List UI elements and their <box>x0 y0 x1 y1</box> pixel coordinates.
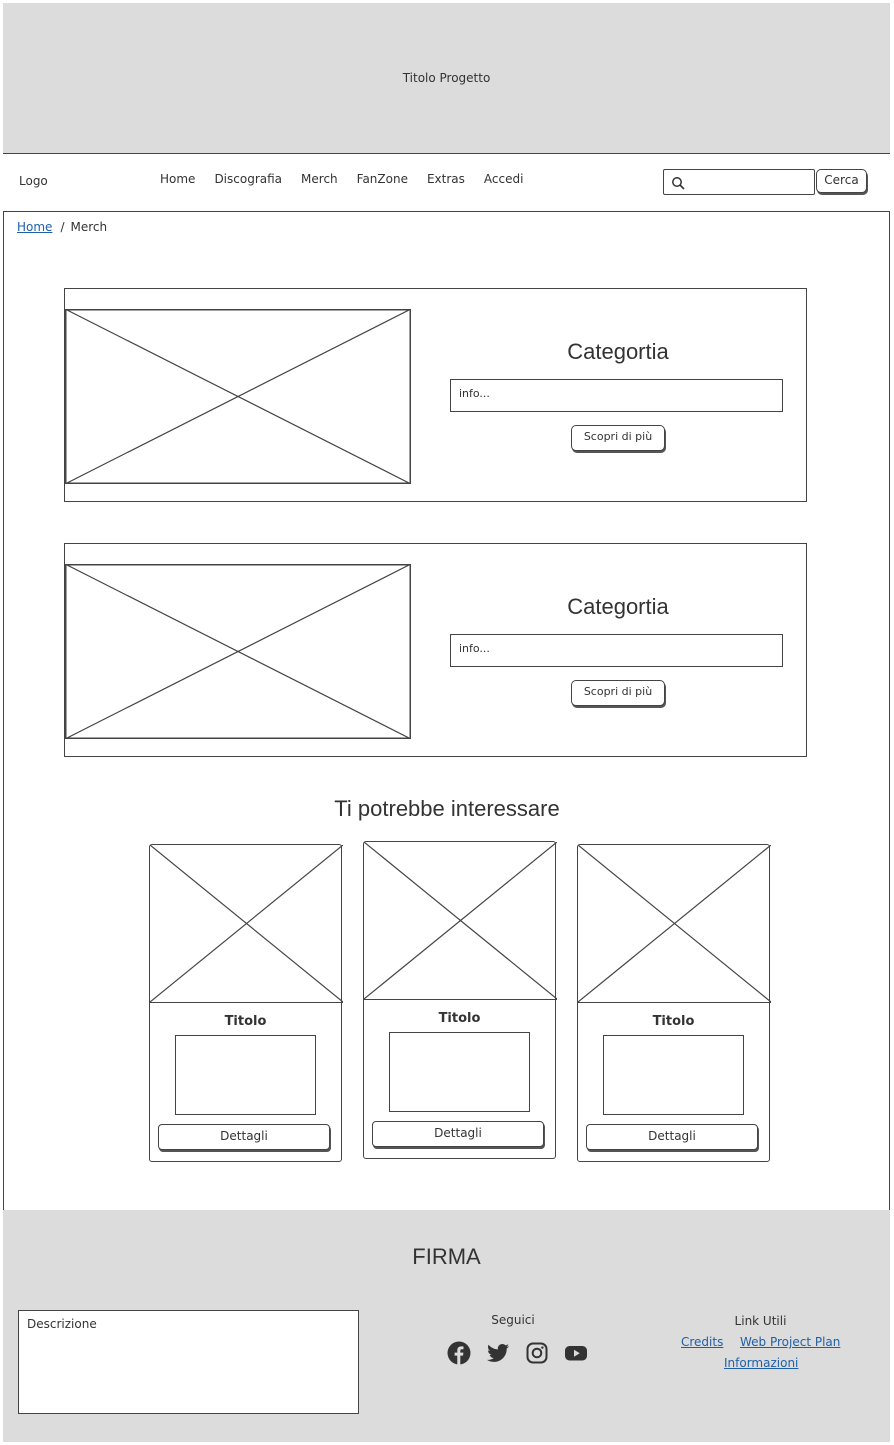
project-title: Titolo Progetto <box>402 71 491 85</box>
nav-links: Home Discografia Merch FanZone Extras Ac… <box>160 172 542 186</box>
card-title: Titolo <box>438 1011 481 1026</box>
category-card: Categortia info... Scopri di più <box>64 543 807 757</box>
image-placeholder <box>65 564 411 739</box>
search-icon <box>672 177 685 190</box>
image-placeholder <box>364 842 557 1000</box>
category-title: Categortia <box>567 339 669 364</box>
nav-accedi[interactable]: Accedi <box>484 172 524 186</box>
category-info-field: info... <box>450 634 783 667</box>
card-text-placeholder <box>603 1035 744 1115</box>
discover-more-button[interactable]: Scopri di più <box>571 680 665 706</box>
breadcrumb: Home / Merch <box>17 220 107 234</box>
social-title: Seguici <box>491 1313 535 1327</box>
category-card: Categortia info... Scopri di più <box>64 288 807 502</box>
breadcrumb-current: Merch <box>70 220 108 234</box>
product-card: Titolo Dettagli <box>363 841 557 1159</box>
credits-link[interactable]: Credits <box>681 1335 723 1349</box>
social-icons <box>447 1341 603 1365</box>
header-banner: Titolo Progetto <box>3 3 890 154</box>
nav-home[interactable]: Home <box>160 172 195 186</box>
logo[interactable]: Logo <box>19 174 48 188</box>
image-placeholder <box>65 309 411 484</box>
card-text-placeholder <box>175 1035 316 1115</box>
twitter-icon[interactable] <box>486 1341 510 1365</box>
footer-description: Descrizione <box>18 1310 359 1414</box>
nav-fanzone[interactable]: FanZone <box>357 172 408 186</box>
category-info-field: info... <box>450 379 783 412</box>
facebook-icon[interactable] <box>447 1341 471 1365</box>
card-text-placeholder <box>389 1032 530 1112</box>
informazioni-link[interactable]: Informazioni <box>724 1356 798 1370</box>
footer: FIRMA Descrizione Seguici Link Utili Cre… <box>3 1210 890 1442</box>
details-button[interactable]: Dettagli <box>372 1121 544 1147</box>
search-button[interactable]: Cerca <box>816 169 867 193</box>
category-title: Categortia <box>567 594 669 619</box>
card-title: Titolo <box>224 1014 267 1029</box>
product-card: Titolo Dettagli <box>577 844 771 1162</box>
card-title: Titolo <box>652 1014 695 1029</box>
details-button[interactable]: Dettagli <box>586 1124 758 1150</box>
nav-discografia[interactable]: Discografia <box>214 172 282 186</box>
navbar: Logo Home Discografia Merch FanZone Extr… <box>3 154 890 212</box>
nav-merch[interactable]: Merch <box>301 172 338 186</box>
suggestions-title: Ti potrebbe interessare <box>334 796 560 821</box>
footer-signature: FIRMA <box>412 1244 481 1269</box>
breadcrumb-home-link[interactable]: Home <box>17 220 52 234</box>
discover-more-button[interactable]: Scopri di più <box>571 425 665 451</box>
breadcrumb-separator: / <box>60 220 65 234</box>
product-card: Titolo Dettagli <box>149 844 343 1162</box>
instagram-icon[interactable] <box>525 1341 549 1365</box>
web-project-plan-link[interactable]: Web Project Plan <box>740 1335 840 1349</box>
details-button[interactable]: Dettagli <box>158 1124 330 1150</box>
useful-links-title: Link Utili <box>734 1314 787 1328</box>
image-placeholder <box>578 845 771 1003</box>
youtube-icon[interactable] <box>564 1341 588 1365</box>
search-input[interactable] <box>663 169 815 195</box>
image-placeholder <box>150 845 343 1003</box>
nav-extras[interactable]: Extras <box>427 172 465 186</box>
